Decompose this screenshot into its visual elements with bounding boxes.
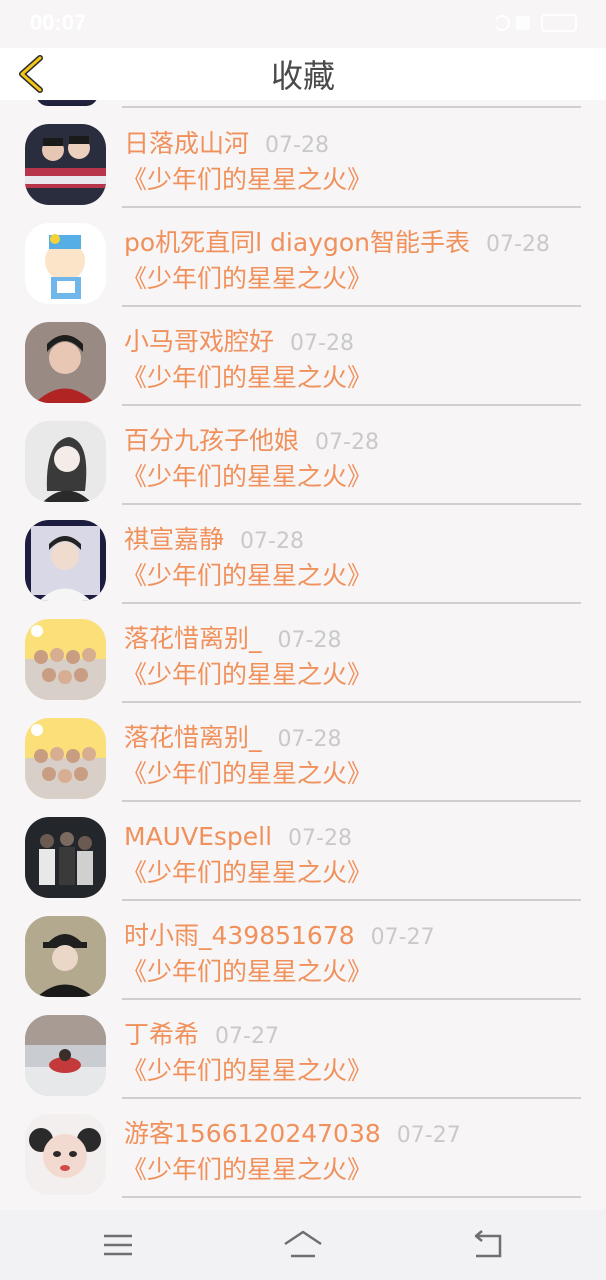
date: 07-28 <box>240 529 304 554</box>
list-item[interactable]: po机死直同l diaygon智能手表 07-28 《少年们的星星之火》 <box>0 223 606 321</box>
divider <box>122 206 581 208</box>
date: 07-28 <box>277 727 342 752</box>
list-item[interactable]: 日落成山河 07-28 《少年们的星星之火》 <box>0 124 606 222</box>
header: 收藏 <box>0 48 606 100</box>
item-title: 《少年们的星星之火》 <box>122 561 373 590</box>
item-title: 《少年们的星星之火》 <box>122 957 373 986</box>
item-title: 《少年们的星星之火》 <box>122 1155 373 1184</box>
user-name: MAUVEspell <box>124 822 273 851</box>
list-item[interactable]: 丁希希 07-27 《少年们的星星之火》 <box>0 1015 606 1113</box>
divider <box>122 1097 581 1099</box>
favorites-list: 日落成山河 07-28 《少年们的星星之火》 po机死直同l diaygon智能手… <box>0 100 606 1210</box>
user-name: 日落成山河 <box>124 129 250 158</box>
divider <box>122 404 581 406</box>
item-title: 《少年们的星星之火》 <box>122 462 373 491</box>
list-item[interactable]: 小马哥戏腔好 07-28 《少年们的星星之火》 <box>0 322 606 420</box>
date: 07-27 <box>370 925 435 950</box>
divider <box>122 106 581 108</box>
item-title: 《少年们的星星之火》 <box>122 165 373 194</box>
date: 07-28 <box>277 628 342 653</box>
user-name: 时小雨_439851678 <box>124 921 355 950</box>
menu-icon <box>104 1234 132 1256</box>
date: 07-28 <box>315 430 379 455</box>
user-name: po机死直同l diaygon智能手表 <box>124 228 470 257</box>
status-time: 00:07 <box>30 10 87 35</box>
item-title: 《少年们的星星之火》 <box>122 363 373 392</box>
system-nav-bar <box>0 1210 606 1280</box>
item-title: 《少年们的星星之火》 <box>122 858 373 887</box>
avatar[interactable] <box>25 223 106 304</box>
return-button[interactable] <box>468 1226 508 1266</box>
user-name: 落花惜离别_ <box>124 723 262 752</box>
user-name: 落花惜离别_ <box>124 624 262 653</box>
divider <box>122 305 581 307</box>
status-icons <box>496 14 577 32</box>
user-name: 丁希希 <box>124 1020 200 1049</box>
home-icon <box>284 1230 322 1258</box>
home-button[interactable] <box>281 1226 322 1266</box>
date: 07-28 <box>265 133 329 158</box>
list-item[interactable]: 百分九孩子他娘 07-28 《少年们的星星之火》 <box>0 421 606 519</box>
list-item[interactable]: MAUVEspell 07-28 《少年们的星星之火》 <box>0 817 606 915</box>
user-name: 祺宣嘉静 <box>124 525 225 554</box>
avatar[interactable] <box>25 619 106 700</box>
item-title: 《少年们的星星之火》 <box>122 660 373 689</box>
list-item[interactable]: 游客1566120247038 07-27 《少年们的星星之火》 <box>0 1114 606 1210</box>
avatar[interactable] <box>25 124 106 205</box>
date: 07-28 <box>288 826 352 851</box>
date: 07-27 <box>215 1024 279 1049</box>
avatar[interactable] <box>25 718 106 799</box>
user-name: 游客1566120247038 <box>124 1119 381 1148</box>
list-item[interactable]: 落花惜离别_ 07-28 《少年们的星星之火》 <box>0 718 606 816</box>
divider <box>122 998 581 1000</box>
avatar[interactable] <box>25 520 106 601</box>
list-item[interactable]: 时小雨_439851678 07-27 《少年们的星星之火》 <box>0 916 606 1014</box>
user-name: 百分九孩子他娘 <box>124 426 300 455</box>
user-name: 小马哥戏腔好 <box>124 327 275 356</box>
list-item[interactable]: 落花惜离别_ 07-28 《少年们的星星之火》 <box>0 619 606 717</box>
date: 07-27 <box>396 1123 461 1148</box>
divider <box>122 899 581 901</box>
date: 07-28 <box>290 331 354 356</box>
avatar[interactable] <box>25 1114 106 1195</box>
avatar[interactable] <box>25 916 106 997</box>
avatar <box>36 100 98 106</box>
status-bar: 00:07 <box>0 0 606 48</box>
return-icon <box>474 1230 502 1258</box>
item-title: 《少年们的星星之火》 <box>122 264 373 293</box>
menu-button[interactable] <box>98 1226 138 1266</box>
avatar[interactable] <box>25 421 106 502</box>
divider <box>122 800 581 802</box>
date: 07-28 <box>486 232 550 257</box>
item-title: 《少年们的星星之火》 <box>122 759 373 788</box>
item-title: 《少年们的星星之火》 <box>122 1056 373 1085</box>
page-title: 收藏 <box>270 57 335 95</box>
avatar[interactable] <box>25 817 106 898</box>
avatar[interactable] <box>25 322 106 403</box>
list-item[interactable]: 祺宣嘉静 07-28 《少年们的星星之火》 <box>0 520 606 618</box>
divider <box>122 602 581 604</box>
avatar[interactable] <box>25 1015 106 1096</box>
divider <box>122 1196 581 1198</box>
divider <box>122 503 581 505</box>
divider <box>122 701 581 703</box>
